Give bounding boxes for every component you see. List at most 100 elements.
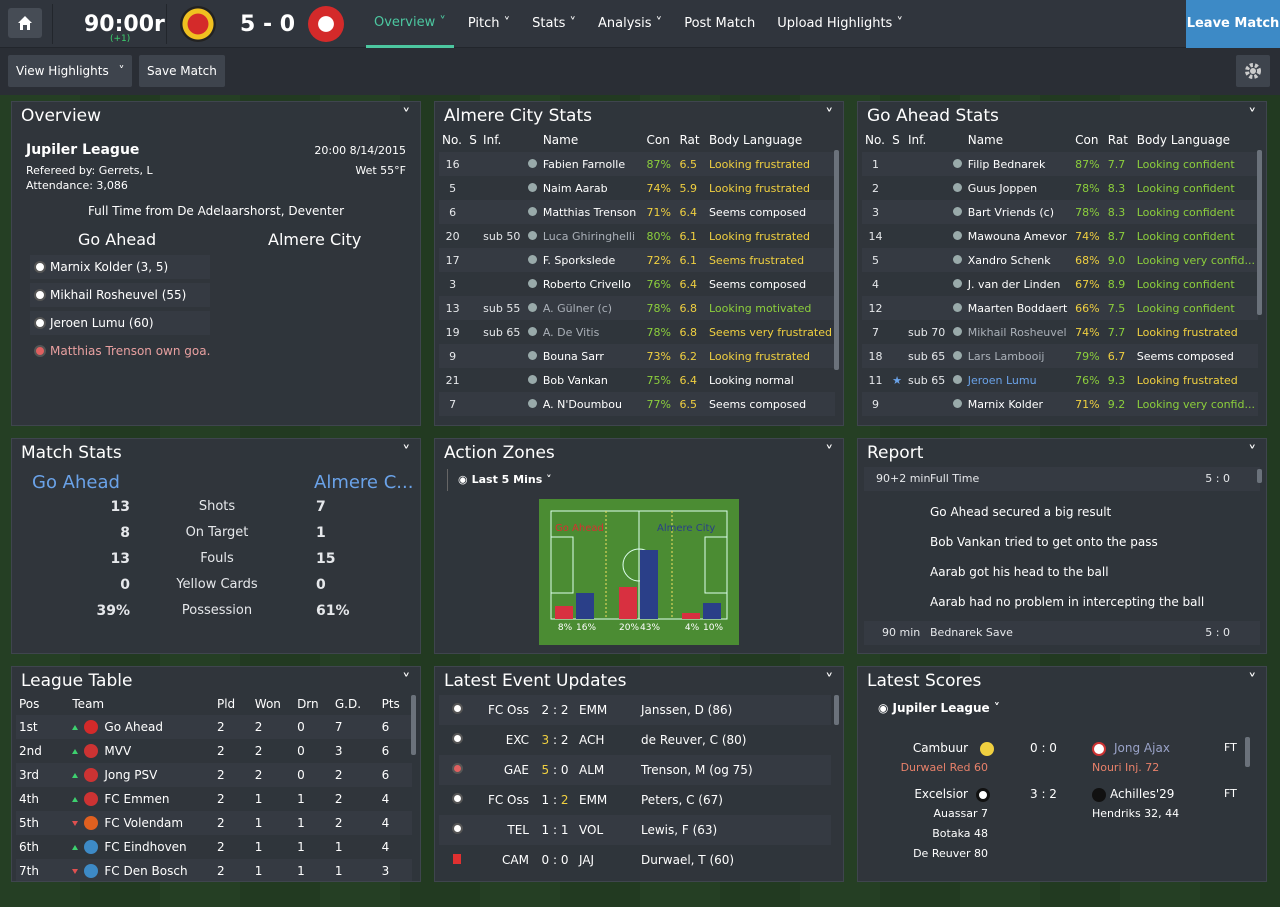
column-header[interactable]: Pos xyxy=(16,693,69,715)
player-name[interactable]: Lars Lambooij xyxy=(964,344,1073,368)
info-icon[interactable] xyxy=(952,230,962,240)
player-row[interactable]: 6 Matthias Trenson 71% 6.4 Seems composed xyxy=(439,200,835,224)
info-icon[interactable] xyxy=(527,182,537,192)
player-row[interactable]: 20 sub 50 Luca Ghiringhelli 80% 6.1 Looking … xyxy=(439,224,835,248)
info-icon[interactable] xyxy=(952,158,962,168)
table-row[interactable]: 2nd MVV 2 2 0 3 6 xyxy=(16,739,412,763)
tab-stats[interactable]: Stats ˅ xyxy=(524,0,584,48)
match-home-team[interactable]: Excelsior xyxy=(914,787,968,801)
column-header[interactable]: S xyxy=(466,128,480,152)
info-icon[interactable] xyxy=(952,254,962,264)
player-name[interactable]: Mikhail Rosheuvel xyxy=(965,320,1072,344)
chevron-down-icon[interactable]: ˅ xyxy=(402,439,412,467)
table-row[interactable]: 6th FC Eindhoven 2 1 1 1 4 xyxy=(16,835,412,859)
home-button[interactable] xyxy=(8,8,42,38)
league-dropdown[interactable]: ◉ Jupiler League ˅ xyxy=(878,701,1000,715)
team-cell[interactable]: Go Ahead xyxy=(69,715,214,739)
info-icon[interactable] xyxy=(527,278,537,288)
tab-analysis[interactable]: Analysis ˅ xyxy=(590,0,670,48)
tab-upload-highlights[interactable]: Upload Highlights ˅ xyxy=(769,0,911,48)
scrollbar[interactable] xyxy=(834,150,839,370)
team-cell[interactable]: Jong PSV xyxy=(69,763,214,787)
column-header[interactable]: Team xyxy=(69,693,214,715)
column-header[interactable]: Body Language xyxy=(706,128,835,152)
table-row[interactable]: 7th FC Den Bosch 2 1 1 1 3 xyxy=(16,859,412,881)
column-header[interactable]: G.D. xyxy=(332,693,379,715)
view-highlights-dropdown[interactable]: View Highlights ˅ xyxy=(8,55,132,87)
player-name[interactable]: Guus Joppen xyxy=(965,176,1072,200)
player-row[interactable]: 9 Bouna Sarr 73% 6.2 Looking frustrated xyxy=(439,344,835,368)
event-row[interactable]: EXC 3 : 2 ACH de Reuver, C (80) xyxy=(439,725,831,755)
player-name[interactable]: J. van der Linden xyxy=(965,272,1072,296)
info-icon[interactable] xyxy=(952,326,962,336)
player-name[interactable]: Jeroen Lumu xyxy=(965,368,1072,392)
player-row[interactable]: 7 sub 70 Mikhail Rosheuvel 74% 7.7 Looking f… xyxy=(862,320,1258,344)
team-cell[interactable]: FC Emmen xyxy=(69,787,214,811)
column-header[interactable]: Name xyxy=(965,128,1072,152)
info-icon[interactable] xyxy=(952,206,962,216)
info-icon[interactable] xyxy=(952,350,962,360)
report-entry-header[interactable]: 90 min Bednarek Save 5 : 0 xyxy=(864,621,1260,645)
column-header[interactable]: Inf. xyxy=(905,128,965,152)
player-row[interactable]: 21 Bob Vankan 75% 6.4 Looking normal xyxy=(439,368,835,392)
player-name[interactable]: A. N'Doumbou xyxy=(539,392,644,416)
player-row[interactable]: 18 sub 65 Lars Lambooij 79% 6.7 Seems compos… xyxy=(862,344,1258,368)
scrollbar[interactable] xyxy=(1245,737,1250,767)
chevron-down-icon[interactable]: ˅ xyxy=(402,667,412,695)
event-row[interactable]: GAE 5 : 0 ALM Trenson, M (og 75) xyxy=(439,755,831,785)
info-icon[interactable] xyxy=(527,302,537,312)
column-header[interactable]: Con xyxy=(1072,128,1105,152)
player-row[interactable]: 4 J. van der Linden 67% 8.9 Looking confide… xyxy=(862,272,1258,296)
scrollbar[interactable] xyxy=(411,695,416,755)
tab-overview[interactable]: Overview ˅ xyxy=(366,0,454,48)
chevron-down-icon[interactable]: ˅ xyxy=(1248,667,1258,695)
home-team-name[interactable]: Go Ahead xyxy=(78,230,156,249)
column-header[interactable]: Pts xyxy=(379,693,412,715)
player-name[interactable]: A. De Vitis xyxy=(540,320,644,344)
info-icon[interactable] xyxy=(952,182,962,192)
player-row[interactable]: 5 Naim Aarab 74% 5.9 Looking frustrated xyxy=(439,176,835,200)
table-row[interactable]: 4th FC Emmen 2 1 1 2 4 xyxy=(16,787,412,811)
match-score[interactable]: 3 : 2 xyxy=(1030,787,1057,801)
info-icon[interactable] xyxy=(527,254,537,264)
player-name[interactable]: Luca Ghiringhelli xyxy=(540,224,644,248)
tab-post-match[interactable]: Post Match xyxy=(676,0,763,48)
column-header[interactable]: Won xyxy=(252,693,294,715)
player-row[interactable]: 9 Marnix Kolder 71% 9.2 Looking very confid… xyxy=(862,392,1258,416)
info-icon[interactable] xyxy=(527,206,537,216)
home-team-name[interactable]: Go Ahead xyxy=(32,472,120,493)
info-icon[interactable] xyxy=(952,278,962,288)
team-cell[interactable]: FC Volendam xyxy=(69,811,214,835)
info-icon[interactable] xyxy=(952,398,962,408)
player-name[interactable]: Maarten Boddaert xyxy=(964,296,1073,320)
column-header[interactable]: Body Language xyxy=(1134,128,1258,152)
player-row[interactable]: 5 Xandro Schenk 68% 9.0 Looking very confid… xyxy=(862,248,1258,272)
event-row[interactable]: CAM 0 : 0 JAJ Durwael, T (60) xyxy=(439,845,831,875)
leave-match-button[interactable]: Leave Match xyxy=(1186,0,1280,48)
table-row[interactable]: 5th FC Volendam 2 1 1 2 4 xyxy=(16,811,412,835)
scrollbar[interactable] xyxy=(1257,150,1262,315)
column-header[interactable]: Rat xyxy=(1105,128,1134,152)
player-name[interactable]: Matthias Trenson xyxy=(539,200,644,224)
player-row[interactable]: 3 Roberto Crivello 76% 6.4 Seems composed xyxy=(439,272,835,296)
player-row[interactable]: 14 Mawouna Amevor 74% 8.7 Looking confident xyxy=(862,224,1258,248)
column-header[interactable]: Inf. xyxy=(480,128,540,152)
report-entry-header[interactable]: 90+2 min Full Time 5 : 0 xyxy=(864,467,1260,491)
column-header[interactable]: Name xyxy=(540,128,644,152)
column-header[interactable]: No. xyxy=(862,128,889,152)
match-home-team[interactable]: Cambuur xyxy=(913,741,968,755)
away-team-name[interactable]: Almere City xyxy=(268,230,361,249)
team-cell[interactable]: MVV xyxy=(69,739,214,763)
info-icon[interactable] xyxy=(527,398,537,408)
chevron-down-icon[interactable]: ˅ xyxy=(825,439,835,467)
chevron-down-icon[interactable]: ˅ xyxy=(1248,439,1258,467)
player-name[interactable]: Bob Vankan xyxy=(540,368,644,392)
match-away-team[interactable]: Achilles'29 xyxy=(1110,787,1174,801)
away-team-name[interactable]: Almere C... xyxy=(314,472,413,493)
player-name[interactable]: Roberto Crivello xyxy=(540,272,644,296)
chevron-down-icon[interactable]: ˅ xyxy=(402,102,412,130)
event-row[interactable]: FC Oss 1 : 2 EMM Peters, C (67) xyxy=(439,785,831,815)
player-name[interactable]: Xandro Schenk xyxy=(964,248,1073,272)
league-name[interactable]: Jupiler League xyxy=(26,142,139,158)
away-team-crest[interactable] xyxy=(308,6,344,42)
